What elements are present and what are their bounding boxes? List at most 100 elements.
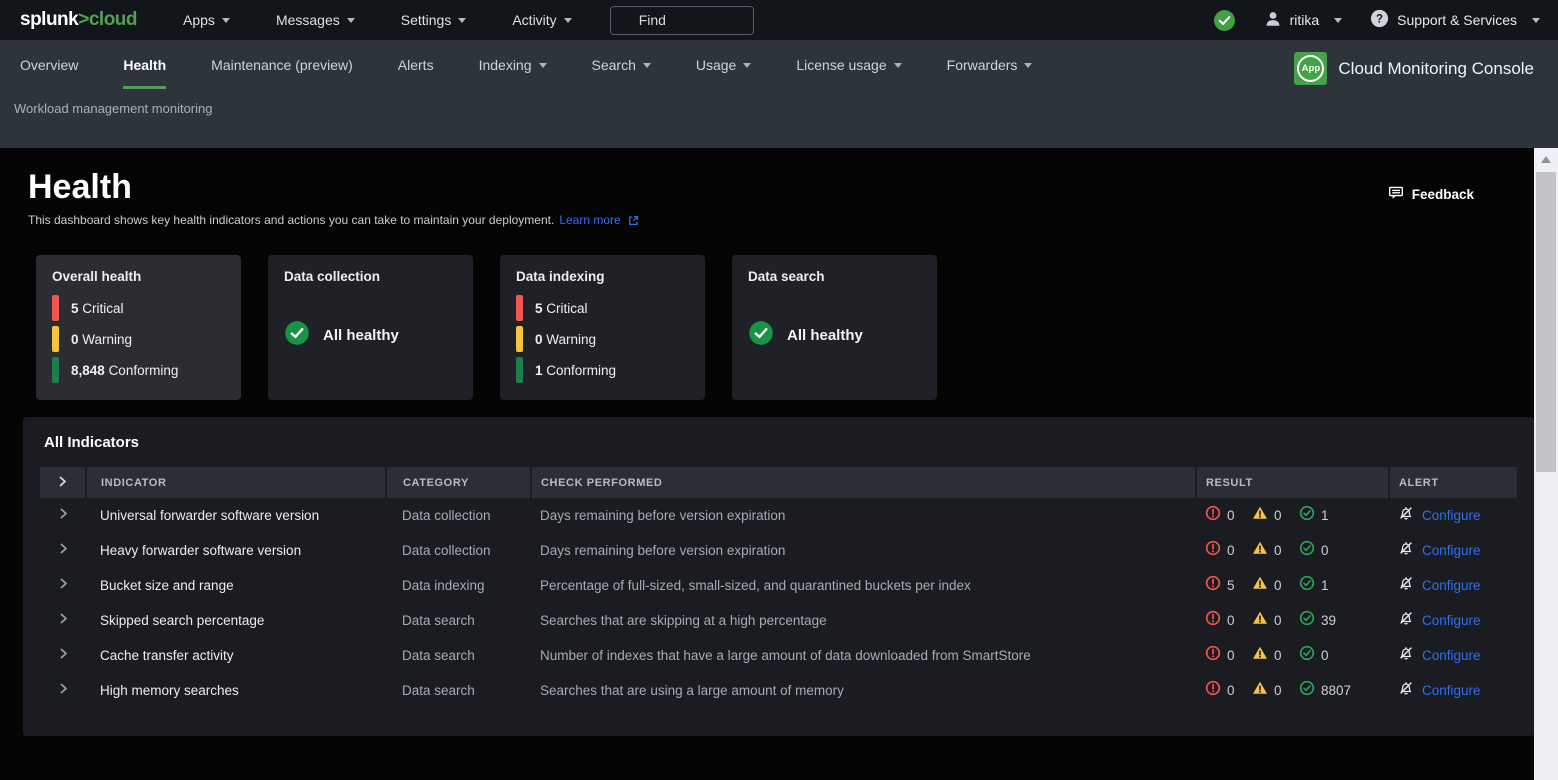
expand-row-icon[interactable] [57, 577, 70, 590]
critical-bar-icon [516, 295, 523, 321]
external-link-icon [628, 215, 639, 226]
table-row: High memory searches Data search Searche… [40, 673, 1517, 708]
menu-messages-label: Messages [276, 12, 340, 28]
find-search-input[interactable] [610, 6, 754, 35]
conforming-bar-icon [516, 357, 523, 383]
all-indicators-panel: All Indicators INDICATOR CATEGORY CHECK … [23, 417, 1534, 736]
warning-count: 0 [1274, 613, 1282, 628]
expand-row-icon[interactable] [57, 507, 70, 520]
bell-off-icon [1398, 680, 1414, 701]
critical-count-row: 5 Critical [516, 293, 689, 323]
card-data-collection[interactable]: Data collection All healthy [268, 255, 473, 400]
user-menu[interactable]: ritika [1264, 10, 1343, 31]
critical-count: 0 [1227, 508, 1235, 523]
critical-count: 5 [71, 301, 79, 316]
bell-off-icon [1398, 610, 1414, 631]
deployment-healthy-icon[interactable] [1213, 9, 1236, 32]
expand-all-icon[interactable] [56, 475, 69, 488]
critical-icon [1205, 680, 1221, 701]
critical-count: 0 [1227, 613, 1235, 628]
header-alert: ALERT [1389, 467, 1517, 498]
critical-count: 0 [1227, 648, 1235, 663]
indicator-name[interactable]: Universal forwarder software version [100, 508, 319, 523]
tab-forwarders[interactable]: Forwarders [947, 57, 1033, 89]
tab-indexing[interactable]: Indexing [479, 57, 547, 89]
configure-link[interactable]: Configure [1422, 543, 1481, 558]
configure-link[interactable]: Configure [1422, 683, 1481, 698]
tab-label: Overview [20, 57, 78, 73]
chevron-down-icon [539, 63, 547, 68]
configure-link[interactable]: Configure [1422, 508, 1481, 523]
tab-overview[interactable]: Overview [20, 57, 78, 89]
menu-messages[interactable]: Messages [276, 12, 355, 28]
chevron-down-icon [564, 18, 572, 23]
configure-link[interactable]: Configure [1422, 578, 1481, 593]
check-performed: Searches that are skipping at a high per… [531, 603, 1196, 638]
bell-off-icon [1398, 645, 1414, 666]
expand-row-icon[interactable] [57, 682, 70, 695]
app-badge-icon: App [1294, 52, 1327, 85]
tab-maintenance[interactable]: Maintenance (preview) [211, 57, 353, 89]
success-icon [1299, 610, 1315, 631]
indicator-category: Data search [386, 673, 531, 708]
support-services-menu[interactable]: ? Support & Services [1370, 9, 1540, 31]
expand-row-icon[interactable] [57, 542, 70, 555]
warning-count-row: 0 Warning [516, 324, 689, 354]
card-overall-health[interactable]: Overall health 5 Critical 0 Warning 8,84… [36, 255, 241, 400]
table-row: Heavy forwarder software version Data co… [40, 533, 1517, 568]
app-nav-bar: Overview Health Maintenance (preview) Al… [0, 40, 1558, 148]
logo-splunk: splunk [20, 9, 78, 30]
header-result: RESULT [1196, 467, 1389, 498]
feedback-button[interactable]: Feedback [1388, 182, 1474, 207]
page-header: Health Feedback [0, 148, 1534, 207]
check-performed: Number of indexes that have a large amou… [531, 638, 1196, 673]
subnav-workload-management[interactable]: Workload management monitoring [0, 89, 1558, 116]
success-count: 0 [1321, 648, 1329, 663]
indicator-name[interactable]: Cache transfer activity [100, 648, 234, 663]
learn-more-link[interactable]: Learn more [559, 213, 620, 227]
all-indicators-title: All Indicators [40, 434, 1517, 451]
svg-text:?: ? [1376, 14, 1383, 26]
success-count: 8807 [1321, 683, 1351, 698]
card-data-search[interactable]: Data search All healthy [732, 255, 937, 400]
menu-apps[interactable]: Apps [183, 12, 230, 28]
critical-count: 5 [1227, 578, 1235, 593]
indicator-name[interactable]: Bucket size and range [100, 578, 234, 593]
scrollbar-thumb[interactable] [1536, 172, 1556, 472]
chevron-down-icon [347, 18, 355, 23]
feedback-label: Feedback [1412, 187, 1474, 202]
conforming-count-row: 8,848 Conforming [52, 355, 225, 385]
card-data-indexing[interactable]: Data indexing 5 Critical 0 Warning 1 Con… [500, 255, 705, 400]
tab-label: Usage [696, 57, 736, 73]
menu-activity[interactable]: Activity [512, 12, 571, 28]
indicator-category: Data search [386, 603, 531, 638]
scroll-up-icon [1541, 156, 1551, 163]
menu-settings[interactable]: Settings [401, 12, 467, 28]
tab-usage[interactable]: Usage [696, 57, 751, 89]
indicator-name[interactable]: Skipped search percentage [100, 613, 264, 628]
indicator-name[interactable]: Heavy forwarder software version [100, 543, 301, 558]
chevron-down-icon [458, 18, 466, 23]
bell-off-icon [1398, 575, 1414, 596]
header-indicator: INDICATOR [86, 467, 386, 498]
help-icon: ? [1370, 9, 1389, 31]
splunk-cloud-logo[interactable]: splunk>cloud [20, 9, 137, 31]
chevron-down-icon [1334, 18, 1342, 23]
scrollbar-up-button[interactable] [1534, 148, 1558, 171]
tab-health[interactable]: Health [123, 57, 166, 89]
configure-link[interactable]: Configure [1422, 613, 1481, 628]
vertical-scrollbar[interactable] [1534, 148, 1558, 780]
expand-row-icon[interactable] [57, 612, 70, 625]
tab-search[interactable]: Search [592, 57, 651, 89]
card-title: Data collection [284, 269, 457, 284]
table-row: Skipped search percentage Data search Se… [40, 603, 1517, 638]
indicator-name[interactable]: High memory searches [100, 683, 239, 698]
warning-icon [1252, 645, 1268, 666]
tab-license-usage[interactable]: License usage [796, 57, 901, 89]
top-right-controls: ritika ? Support & Services [1213, 9, 1540, 32]
configure-link[interactable]: Configure [1422, 648, 1481, 663]
healthy-status-row: All healthy [748, 320, 921, 351]
chevron-down-icon [743, 63, 751, 68]
tab-alerts[interactable]: Alerts [398, 57, 434, 89]
expand-row-icon[interactable] [57, 647, 70, 660]
